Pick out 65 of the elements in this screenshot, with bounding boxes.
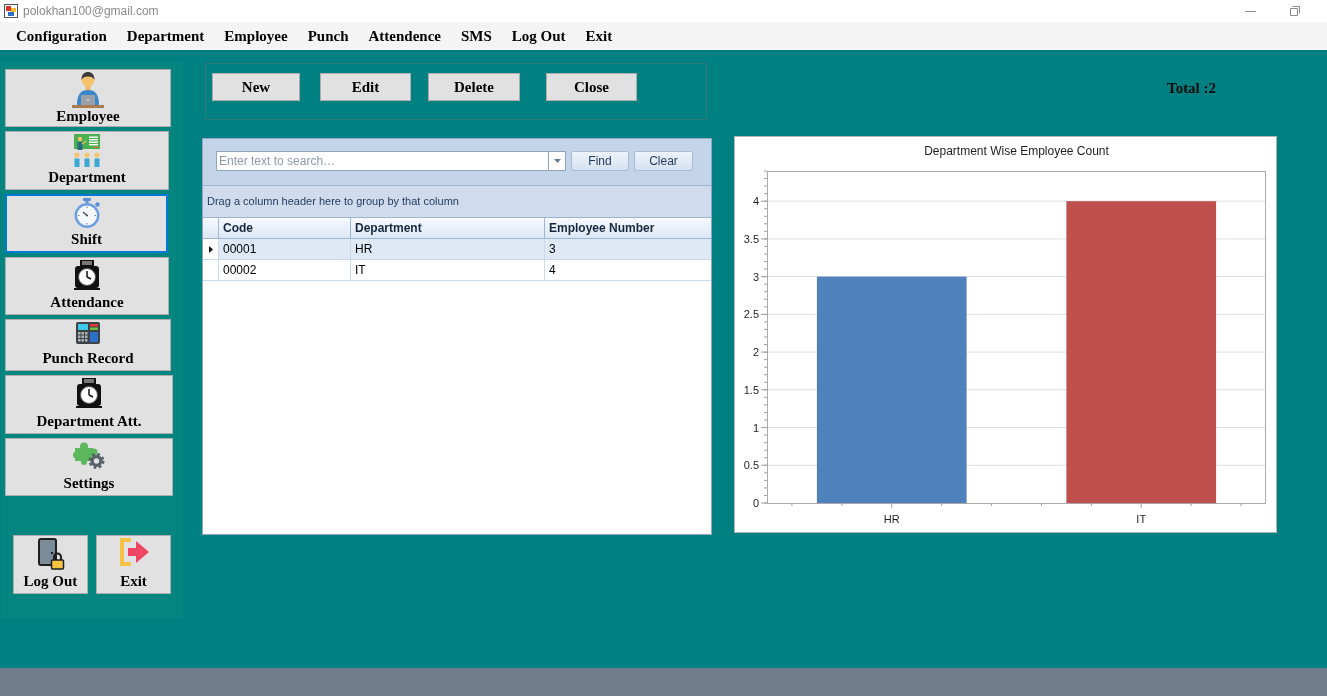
toolbar-button[interactable]: Edit (320, 73, 411, 101)
toolbar-button[interactable]: New (212, 73, 300, 101)
menu-item[interactable]: Configuration (6, 27, 117, 45)
total-count-label: Total :2 (1167, 80, 1217, 96)
dropdown-button[interactable] (549, 151, 566, 171)
person-laptop-icon (72, 72, 104, 108)
presentation-icon (72, 134, 102, 167)
tick-label: 2.5 (743, 308, 759, 321)
tick-label: 3 (752, 270, 759, 283)
sidebar-button[interactable]: Punch Record (5, 319, 171, 371)
sidebar-button[interactable]: Settings (5, 438, 173, 496)
column-header[interactable]: Code (219, 218, 351, 238)
table-cell: HR (351, 239, 545, 259)
column-header[interactable]: Employee Number (545, 218, 711, 238)
grid-button[interactable]: Find (571, 151, 629, 171)
stopwatch-icon (72, 198, 101, 228)
grid-button[interactable]: Clear (634, 151, 693, 171)
sidebar-button[interactable]: Department Att. (5, 375, 173, 434)
time-clock-icon (76, 378, 102, 408)
puzzle-gear-icon (73, 441, 105, 469)
tick-label: 3.5 (743, 232, 759, 245)
menu-item[interactable]: Log Out (501, 27, 576, 45)
caret-icon (553, 159, 561, 163)
menu-item[interactable]: Attendence (358, 27, 451, 45)
table-cell-text: 4 (548, 262, 557, 279)
menu-item[interactable]: Exit (575, 27, 623, 45)
group-panel-hint: Drag a column header here to group by that column (207, 195, 459, 208)
menu-item[interactable]: Department (116, 27, 215, 45)
exit-arrow-icon (118, 538, 149, 566)
table-row[interactable]: 00001 HR 3 (203, 239, 711, 260)
row-indicator-icon (208, 245, 213, 253)
tick-label: 1 (752, 421, 759, 434)
sidebar-button[interactable]: Shift (5, 194, 168, 253)
menu-item[interactable]: Employee (214, 27, 298, 45)
category-label: IT (1136, 513, 1147, 525)
menu-item[interactable]: Punch (297, 27, 359, 45)
toolbar-button[interactable]: Delete (428, 73, 520, 101)
window-title: polokhan100@gmail.com (23, 4, 159, 18)
column-header[interactable]: Department (351, 218, 545, 238)
app-icon (4, 4, 18, 18)
search-field[interactable]: Enter text to search… (216, 151, 549, 171)
sidebar-button[interactable]: Log Out (13, 535, 88, 594)
menu-item[interactable]: SMS (451, 27, 502, 45)
sidebar-button[interactable]: Department (5, 131, 169, 190)
tick-label: 0 (752, 497, 759, 509)
chart-title: Department Wise Employee Count (924, 144, 1109, 158)
table-cell: IT (351, 260, 545, 280)
table-cell: 00002 (219, 260, 351, 280)
table-row[interactable]: 00002 IT 4 (203, 260, 711, 281)
category-label: HR (883, 513, 900, 525)
keypad-terminal-icon (76, 322, 100, 344)
table-cell-text: 3 (548, 241, 557, 258)
time-clock-icon (74, 260, 100, 290)
door-lock-icon (36, 538, 65, 570)
restore-icon[interactable] (1290, 6, 1300, 16)
sidebar-button[interactable]: Exit (96, 535, 171, 594)
tick-label: 2 (752, 346, 759, 359)
sidebar-button[interactable]: Attendance (5, 257, 169, 315)
tick-label: 0.5 (743, 459, 759, 472)
minimize-icon[interactable] (1245, 10, 1256, 12)
table-cell: 00001 (219, 239, 351, 259)
sidebar-button[interactable]: Employee (5, 69, 171, 127)
tick-label: 1.5 (743, 383, 759, 396)
toolbar-button[interactable]: Close (546, 73, 637, 101)
tick-label: 4 (752, 195, 759, 208)
